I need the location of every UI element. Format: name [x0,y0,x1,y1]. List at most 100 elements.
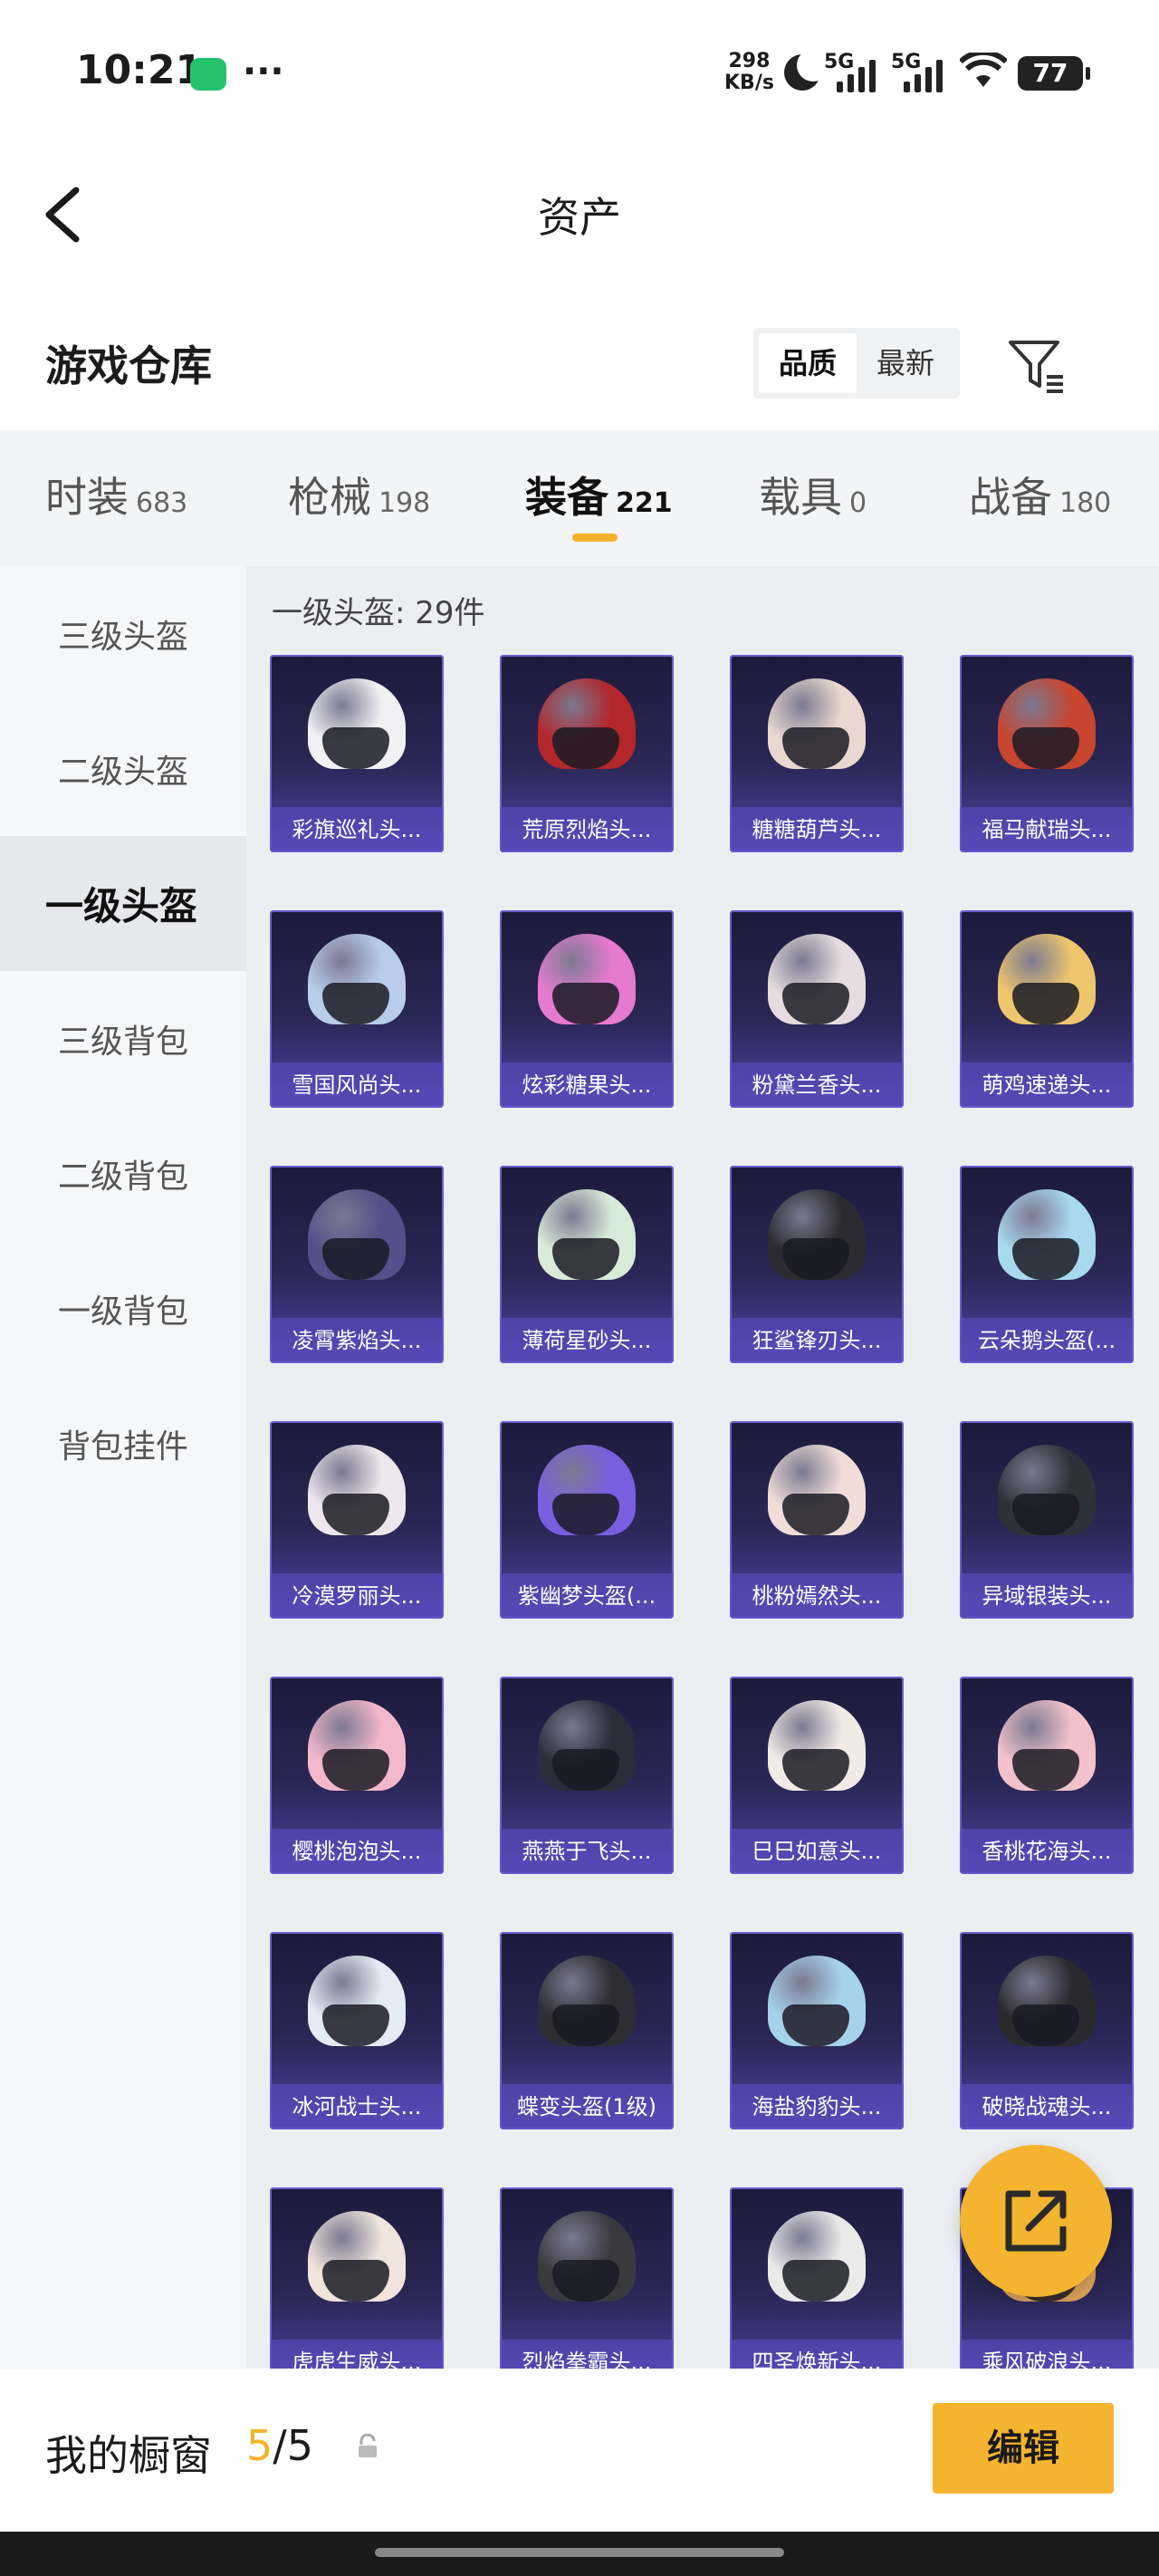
page-title: 资产 [538,193,621,242]
item-name: 炫彩糖果头... [500,1062,674,1108]
status-bar: 10:21 ··· 298 KB/s 5G 5G 77 [0,0,1159,145]
tab-count: 180 [1059,487,1112,519]
status-time: 10:21 [76,47,204,93]
showcase-count-current: 5 [246,2421,273,2470]
home-indicator[interactable] [375,2548,784,2557]
item-card[interactable]: 粉黛兰香头... [730,910,904,1108]
share-out-icon [1005,2190,1067,2252]
showcase-label: 我的橱窗 [45,2431,212,2480]
tab-count: 221 [616,487,673,519]
subcategory-sidebar: 三级头盔 二级头盔 一级头盔 三级背包 二级背包 一级背包 背包挂件 [0,566,246,2369]
item-card[interactable]: 冷漠罗丽头... [270,1421,444,1619]
item-card[interactable]: 香桃花海头... [960,1677,1134,1874]
tab-count: 683 [136,487,188,519]
edit-button[interactable]: 编辑 [933,2403,1114,2494]
item-card[interactable]: 蝶变头盔(1级) [500,1932,674,2129]
item-name: 桃粉嫣然头... [730,1573,904,1619]
moon-icon [784,49,829,91]
item-card[interactable]: 烈焰拳霸头... [500,2187,674,2369]
sidebar-item-level2-helmet[interactable]: 二级头盔 [0,701,246,836]
item-name: 虎虎生威头... [270,2340,444,2369]
showcase-count: 5/5 [246,2421,313,2470]
active-tab-indicator [572,533,618,542]
item-card[interactable]: 云朵鹅头盔(... [960,1166,1134,1363]
speed-value: 298 [728,50,771,72]
item-card[interactable]: 萌鸡速递头... [960,910,1134,1108]
item-name: 巳巳如意头... [730,1829,904,1874]
item-name: 四圣焕新头... [730,2340,904,2369]
signal-icon [904,56,943,92]
sidebar-item-level1-backpack[interactable]: 一级背包 [0,1241,246,1376]
sort-newest-button[interactable]: 最新 [857,333,954,393]
item-card[interactable]: 紫幽梦头盔(... [500,1421,674,1619]
item-name: 粉黛兰香头... [730,1062,904,1108]
tab-label: 枪械 [288,473,371,522]
sidebar-item-backpack-charm[interactable]: 背包挂件 [0,1376,246,1511]
tab-equipment[interactable]: 装备 221 [525,465,673,524]
item-card[interactable]: 四圣焕新头... [730,2187,904,2369]
gesture-bar[interactable] [0,2532,1159,2576]
sidebar-item-level3-backpack[interactable]: 三级背包 [0,971,246,1106]
item-name: 雪国风尚头... [270,1062,444,1108]
sort-quality-button[interactable]: 品质 [759,333,857,393]
item-card[interactable]: 桃粉嫣然头... [730,1421,904,1619]
item-card[interactable]: 冰河战士头... [270,1932,444,2129]
warehouse-header: 游戏仓库 品质 最新 [0,281,1159,430]
item-name: 糖糖葫芦头... [730,807,904,852]
item-name: 云朵鹅头盔(... [960,1318,1134,1363]
item-name: 萌鸡速递头... [960,1062,1134,1108]
item-name: 彩旗巡礼头... [270,807,444,852]
item-card[interactable]: 燕燕于飞头... [500,1677,674,1874]
tab-vehicles[interactable]: 载具 0 [759,465,867,524]
item-card[interactable]: 虎虎生威头... [270,2187,444,2369]
sidebar-item-level3-helmet[interactable]: 三级头盔 [0,566,246,701]
item-card[interactable]: 樱桃泡泡头... [270,1677,444,1874]
item-card[interactable]: 海盐豹豹头... [730,1932,904,2129]
item-card[interactable]: 炫彩糖果头... [500,910,674,1108]
item-card[interactable]: 破晓战魂头... [960,1932,1134,2129]
category-tabs: 时装 683 枪械 198 装备 221 载具 0 战备 180 [0,430,1159,566]
item-card[interactable]: 巳巳如意头... [730,1677,904,1874]
sidebar-item-level1-helmet[interactable]: 一级头盔 [0,836,246,971]
item-grid-panel: 一级头盔: 29件 彩旗巡礼头... 荒原烈焰头... 糖糖葫芦头... 福马献瑞头.… [246,566,1159,2369]
item-card[interactable]: 彩旗巡礼头... [270,655,444,852]
tab-weapons[interactable]: 枪械 198 [288,465,430,524]
filter-button[interactable] [1005,333,1068,397]
showcase-count-total: /5 [273,2421,314,2470]
sidebar-item-level2-backpack[interactable]: 二级背包 [0,1106,246,1241]
item-name: 凌霄紫焰头... [270,1318,444,1363]
network-speed: 298 KB/s [724,51,774,94]
tab-label: 装备 [525,473,608,522]
tab-fashion[interactable]: 时装 683 [45,465,187,524]
wechat-icon [190,58,226,91]
battery-icon: 77 [1018,56,1090,91]
item-name: 紫幽梦头盔(... [500,1573,674,1619]
filter-icon [1009,341,1063,393]
item-name: 异域银装头... [960,1573,1134,1619]
item-card[interactable]: 凌霄紫焰头... [270,1166,444,1363]
tab-count: 0 [849,487,867,519]
item-name: 荒原烈焰头... [500,807,674,852]
item-name: 薄荷星砂头... [500,1318,674,1363]
sort-toggle: 品质 最新 [753,328,960,399]
item-name: 福马献瑞头... [960,807,1134,852]
item-card[interactable]: 异域银装头... [960,1421,1134,1619]
tab-label: 时装 [45,473,129,522]
item-name: 樱桃泡泡头... [270,1829,444,1874]
nav-bar: 资产 [0,145,1159,281]
tab-supplies[interactable]: 战备 180 [969,465,1111,524]
item-card[interactable]: 糖糖葫芦头... [730,655,904,852]
tab-label: 载具 [759,473,842,522]
item-name: 燕燕于飞头... [500,1829,674,1874]
item-card[interactable]: 福马献瑞头... [960,655,1134,852]
lock-icon [355,2433,380,2459]
item-name: 香桃花海头... [960,1829,1134,1874]
item-card[interactable]: 薄荷星砂头... [500,1166,674,1363]
item-card[interactable]: 狂鲨锋刃头... [730,1166,904,1363]
item-card[interactable]: 雪国风尚头... [270,910,444,1108]
share-button[interactable] [960,2145,1112,2297]
item-name: 冷漠罗丽头... [270,1573,444,1619]
item-card[interactable]: 荒原烈焰头... [500,655,674,852]
item-name: 乘风破浪头... [960,2340,1134,2369]
item-name: 狂鲨锋刃头... [730,1318,904,1363]
